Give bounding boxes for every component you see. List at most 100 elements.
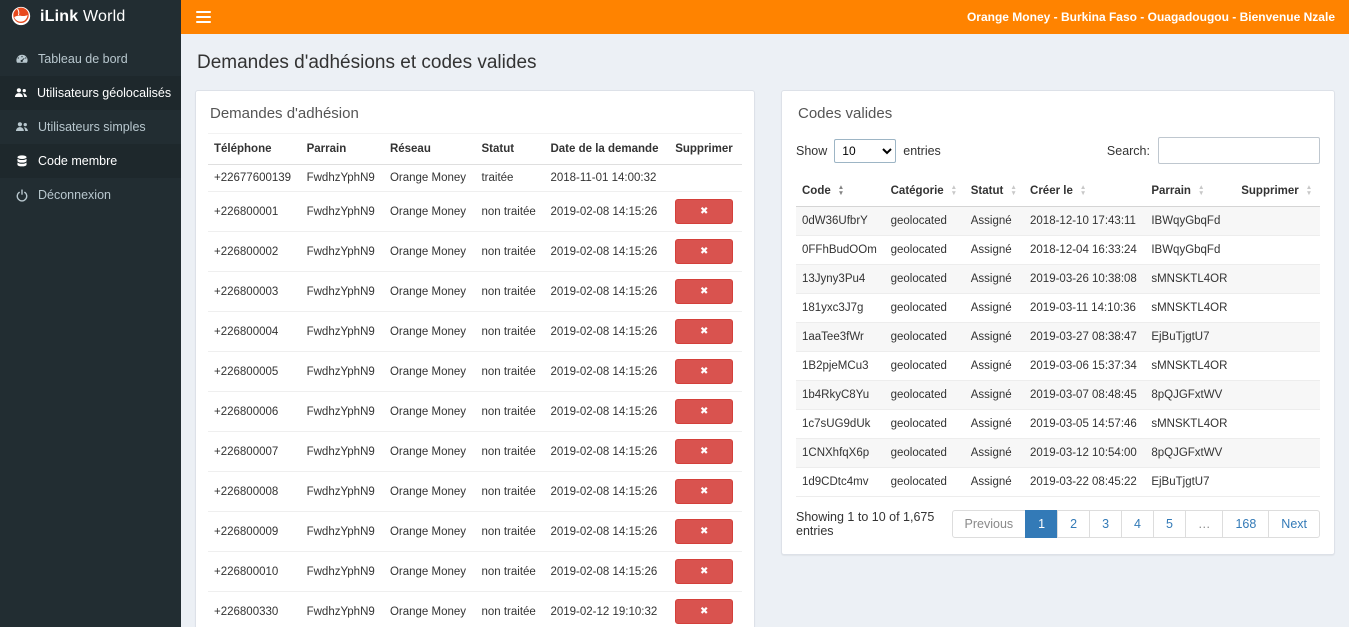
codes-column-header[interactable]: Catégorie ▲ ▼ — [884, 176, 965, 208]
network-cell: Orange Money — [383, 591, 476, 627]
date-cell: 2019-02-08 14:15:26 — [544, 471, 670, 512]
parrain-cell: IBWqyGbqFd — [1145, 206, 1236, 236]
code-cell: 1b4RkyC8Yu — [796, 380, 885, 410]
date-cell: 2019-02-08 14:15:26 — [544, 351, 670, 392]
codes-column-label: Créer le — [1030, 185, 1073, 198]
phone-cell: +226800002 — [208, 231, 301, 272]
sidebar-item-member-code[interactable]: Code membre — [0, 144, 181, 178]
sidebar-item-logout[interactable]: Déconnexion — [0, 178, 181, 212]
sidebar-toggle-button[interactable] — [181, 0, 225, 34]
delete-request-button[interactable]: ✖ — [675, 519, 734, 544]
supprimer-cell — [1235, 380, 1320, 410]
network-cell: Orange Money — [383, 271, 476, 312]
adhesion-column-header: Supprimer — [669, 134, 742, 165]
phone-cell: +226800006 — [208, 391, 301, 432]
codes-column-header[interactable]: Créer le ▲ ▼ — [1024, 176, 1146, 208]
table-info: Showing 1 to 10 of 1,675 entries — [796, 510, 935, 539]
pagination-ellipsis: … — [1184, 510, 1224, 539]
date-cell: 2019-02-08 14:15:26 — [544, 511, 670, 552]
code-cell: 1d9CDtc4mv — [796, 467, 885, 498]
category-cell: geolocated — [884, 235, 965, 265]
hamburger-icon — [195, 11, 211, 23]
code-cell: 1aaTee3fWr — [796, 322, 885, 352]
date-cell: 2019-02-08 14:15:26 — [544, 271, 670, 312]
codes-table-row: 0FFhBudOOm geolocated Assigné 2018-12-04 16… — [796, 235, 1320, 265]
sidebar-item-simple-users[interactable]: Utilisateurs simples — [0, 110, 181, 144]
code-cell: 1B2pjeMCu3 — [796, 351, 885, 381]
network-cell: Orange Money — [383, 351, 476, 392]
adhesion-column-header: Téléphone — [208, 134, 301, 165]
delete-request-button[interactable]: ✖ — [675, 599, 734, 624]
delete-cell — [669, 164, 742, 192]
delete-request-button[interactable]: ✖ — [675, 319, 734, 344]
search-input[interactable] — [1158, 137, 1320, 164]
pagination-page-button[interactable]: 168 — [1222, 510, 1270, 539]
status-cell: Assigné — [964, 264, 1025, 294]
delete-request-button[interactable]: ✖ — [675, 439, 734, 464]
delete-request-button[interactable]: ✖ — [675, 559, 734, 584]
pagination-page-button[interactable]: 2 — [1057, 510, 1091, 539]
brand-logo[interactable]: iLink World — [0, 0, 181, 34]
status-cell: Assigné — [964, 380, 1025, 410]
codes-column-header[interactable]: Parrain ▲ ▼ — [1145, 176, 1236, 208]
adhesion-table-row: +226800005 FwdhzYphN9 Orange Money non trai… — [208, 351, 742, 392]
sort-icon: ▲ ▼ — [837, 184, 845, 197]
pagination-next-button[interactable]: Next — [1268, 510, 1320, 539]
users-icon — [14, 86, 28, 100]
entries-length-select[interactable]: 10 — [834, 138, 897, 163]
codes-table: Code ▲ ▼ Catégorie ▲ ▼ Statut ▲ ▼ Créer le ▲ ▼ Parra… — [796, 176, 1320, 498]
delete-request-button[interactable]: ✖ — [675, 479, 734, 504]
parrain-cell: FwdhzYphN9 — [300, 471, 384, 512]
parrain-cell: sMNSKTL4OR — [1145, 264, 1236, 294]
sidebar-item-dashboard[interactable]: Tableau de bord — [0, 42, 181, 76]
delete-request-button[interactable]: ✖ — [675, 279, 734, 304]
pagination-page-button[interactable]: 1 — [1025, 510, 1059, 539]
status-cell: non traitée — [475, 271, 545, 312]
created-cell: 2019-03-05 14:57:46 — [1024, 409, 1146, 439]
delete-cell: ✖ — [669, 351, 742, 392]
category-cell: geolocated — [884, 293, 965, 323]
codes-column-label: Catégorie — [890, 185, 944, 198]
codes-panel-title: Codes valides — [798, 105, 893, 122]
date-cell: 2019-02-08 14:15:26 — [544, 191, 670, 232]
sidebar-item-geo-users[interactable]: Utilisateurs géolocalisés — [0, 76, 181, 110]
delete-request-button[interactable]: ✖ — [675, 399, 734, 424]
adhesion-panel: Demandes d'adhésion Téléphone Parrain Rése… — [195, 90, 755, 627]
adhesion-table-row: +226800008 FwdhzYphN9 Orange Money non trai… — [208, 471, 742, 512]
sidebar-item-label: Utilisateurs simples — [38, 120, 146, 134]
brand-name-rest: World — [78, 8, 126, 25]
user-info-text: Orange Money - Burkina Faso - Ouagadougo… — [966, 10, 1335, 24]
parrain-cell: FwdhzYphN9 — [300, 191, 384, 232]
database-icon — [14, 154, 29, 168]
codes-column-header[interactable]: Statut ▲ ▼ — [964, 176, 1025, 208]
pagination-page-button[interactable]: 4 — [1121, 510, 1154, 539]
status-cell: non traitée — [475, 231, 545, 272]
sort-icon: ▲ ▼ — [950, 184, 958, 197]
pagination-page-button[interactable]: 5 — [1152, 510, 1186, 539]
adhesion-table-row: +226800330 FwdhzYphN9 Orange Money non trai… — [208, 591, 742, 627]
sort-icon: ▲ ▼ — [1010, 184, 1017, 197]
search-control: Search: — [1107, 137, 1320, 164]
phone-cell: +226800004 — [208, 311, 301, 352]
status-cell: non traitée — [475, 471, 545, 512]
pagination-previous-button: Previous — [951, 510, 1027, 539]
delete-cell: ✖ — [669, 471, 742, 512]
codes-table-row: 1B2pjeMCu3 geolocated Assigné 2019-03-06 15… — [796, 351, 1320, 381]
delete-request-button[interactable]: ✖ — [675, 359, 734, 384]
codes-column-header[interactable]: Supprimer ▲ ▼ — [1235, 176, 1320, 208]
supprimer-cell — [1235, 351, 1320, 381]
parrain-cell: FwdhzYphN9 — [300, 431, 384, 472]
category-cell: geolocated — [884, 322, 965, 352]
codes-table-row: 1aaTee3fWr geolocated Assigné 2019-03-27 08… — [796, 322, 1320, 352]
parrain-cell: FwdhzYphN9 — [300, 231, 384, 272]
pagination-page-button[interactable]: 3 — [1089, 510, 1123, 539]
code-cell: 0FFhBudOOm — [796, 235, 885, 265]
phone-cell: +22677600139 — [208, 164, 301, 192]
delete-request-button[interactable]: ✖ — [675, 239, 734, 264]
codes-column-label: Statut — [970, 185, 1004, 198]
adhesion-table-row: +226800003 FwdhzYphN9 Orange Money non trai… — [208, 271, 742, 312]
codes-column-header[interactable]: Code ▲ ▼ — [796, 176, 885, 208]
delete-request-button[interactable]: ✖ — [675, 199, 734, 224]
created-cell: 2019-03-26 10:38:08 — [1024, 264, 1146, 294]
codes-table-controls: Show 10 entries Search: — [796, 137, 1320, 164]
